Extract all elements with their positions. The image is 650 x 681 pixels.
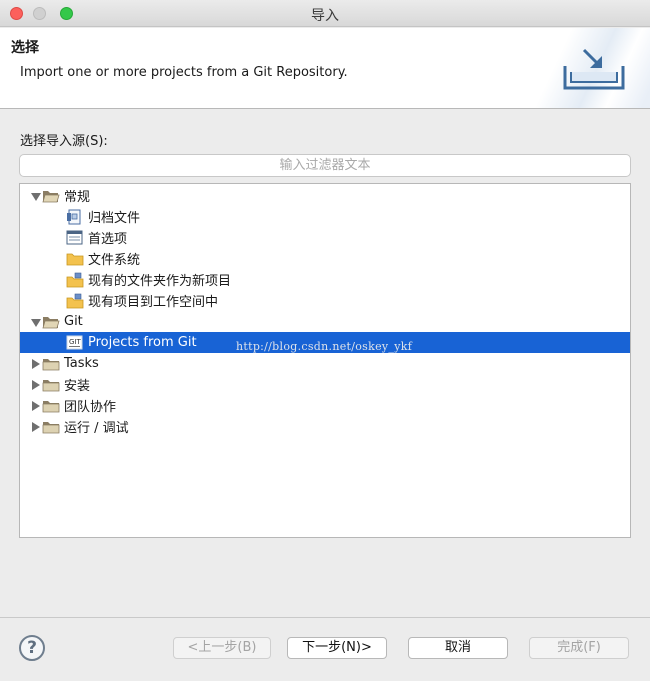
folder-closed-icon [42, 419, 60, 435]
tree-node-label: 首选项 [88, 232, 128, 247]
collapse-arrow-icon[interactable] [30, 358, 42, 370]
tree-node-label: 现有的文件夹作为新项目 [88, 274, 232, 289]
tree-node-install[interactable]: 安装 [20, 374, 630, 395]
window-title: 导入 [311, 8, 339, 24]
tree-node-label: 团队协作 [64, 400, 117, 415]
tree-node-preferences[interactable]: 首选项 [20, 227, 630, 248]
archive-file-icon [66, 209, 84, 225]
collapse-arrow-icon[interactable] [30, 421, 42, 433]
tree-node-existing-projects[interactable]: 现有项目到工作空间中 [20, 290, 630, 311]
cancel-button[interactable]: 取消 [408, 637, 508, 659]
page-title: 选择 [11, 40, 39, 56]
help-button[interactable]: ? [19, 635, 45, 661]
tree-node-label: 安装 [64, 379, 91, 394]
tree-node-folder-as-project[interactable]: 现有的文件夹作为新项目 [20, 269, 630, 290]
tree-node-archive-file[interactable]: 归档文件 [20, 206, 630, 227]
folder-closed-icon [42, 356, 60, 372]
import-dialog: 导入 选择 Import one or more projects from a… [0, 0, 650, 681]
finish-button[interactable]: 完成(F) [529, 637, 629, 659]
folder-project-icon [66, 272, 84, 288]
folder-closed-icon [42, 377, 60, 393]
tree-node-label: 归档文件 [88, 211, 141, 226]
tree-node-label: Projects from Git [88, 335, 197, 350]
import-wizard-icon [562, 46, 626, 96]
folder-open-icon [42, 188, 60, 204]
import-source-tree[interactable]: 常规 归档文件 首选项 文件系统 现有的文件夹作为新项目 现有项目到工作空间中 … [19, 183, 631, 538]
git-repo-icon: GIT [66, 335, 84, 351]
existing-project-icon [66, 293, 84, 309]
collapse-arrow-icon[interactable] [30, 379, 42, 391]
next-button[interactable]: 下一步(N)> [287, 637, 387, 659]
tree-node-label: 运行 / 调试 [64, 421, 129, 436]
title-bar: 导入 [0, 0, 650, 27]
tree-node-label: Git [64, 314, 83, 329]
tree-node-label: 文件系统 [88, 253, 141, 268]
filter-input[interactable] [19, 154, 631, 177]
collapse-arrow-icon[interactable] [30, 400, 42, 412]
tree-node-label: Tasks [64, 356, 99, 371]
back-button[interactable]: <上一步(B) [173, 637, 271, 659]
tree-node-label: 现有项目到工作空间中 [88, 295, 219, 310]
tree-node-git[interactable]: Git [20, 311, 630, 332]
tree-node-tasks[interactable]: Tasks [20, 353, 630, 374]
tree-node-general[interactable]: 常规 [20, 185, 630, 206]
tree-node-label: 常规 [64, 190, 91, 205]
import-source-label: 选择导入源(S): [20, 134, 108, 149]
preferences-icon [66, 230, 84, 246]
page-description: Import one or more projects from a Git R… [20, 65, 348, 80]
tree-node-file-system[interactable]: 文件系统 [20, 248, 630, 269]
expand-arrow-icon[interactable] [30, 316, 42, 328]
folder-open-icon [42, 314, 60, 330]
svg-text:GIT: GIT [69, 338, 81, 346]
wizard-banner: 选择 Import one or more projects from a Gi… [0, 28, 650, 109]
expand-arrow-icon[interactable] [30, 190, 42, 202]
folder-icon [66, 251, 84, 267]
folder-closed-icon [42, 398, 60, 414]
footer-divider [0, 617, 650, 618]
tree-node-team[interactable]: 团队协作 [20, 395, 630, 416]
tree-node-run-debug[interactable]: 运行 / 调试 [20, 416, 630, 437]
tree-node-projects-from-git[interactable]: GIT Projects from Git [20, 332, 630, 353]
